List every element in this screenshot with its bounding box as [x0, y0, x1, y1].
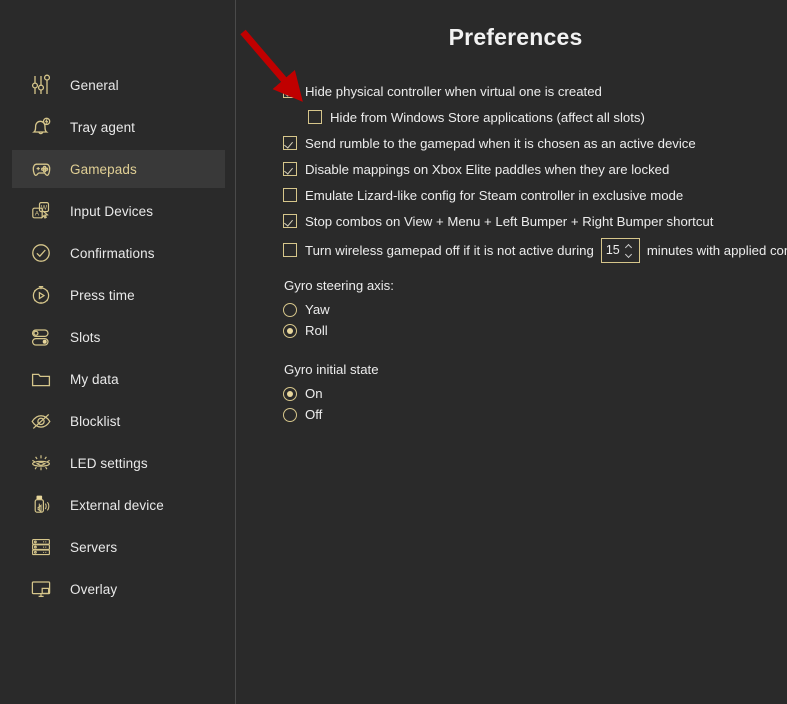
option-label: Hide physical controller when virtual on… [305, 83, 602, 99]
main-panel: Preferences Hide physical controller whe… [236, 0, 787, 704]
option-label: Hide from Windows Store applications (af… [330, 109, 645, 125]
option-label-before: Turn wireless gamepad off if it is not a… [305, 242, 594, 258]
sidebar-item-general[interactable]: General [12, 66, 225, 104]
checkbox-hide-from-windows-store[interactable] [308, 110, 322, 124]
folder-icon [26, 364, 56, 394]
radio-label: Roll [305, 323, 328, 338]
spinner-arrows [622, 245, 639, 256]
preferences-window: General Tray agent Gamepads W A Input De… [0, 0, 787, 704]
svg-text:A: A [35, 210, 40, 217]
sidebar-item-label: Confirmations [70, 245, 155, 261]
sidebar-item-tray-agent[interactable]: Tray agent [12, 108, 225, 146]
sidebar-item-label: External device [70, 497, 164, 513]
option-row[interactable]: Stop combos on View + Menu + Left Bumper… [283, 208, 787, 234]
sidebar-item-blocklist[interactable]: Blocklist [12, 402, 225, 440]
spinner-value[interactable]: 15 [602, 243, 622, 257]
preferences-options: Hide physical controller when virtual on… [236, 78, 787, 425]
page-title: Preferences [448, 24, 583, 50]
chevron-down-icon[interactable] [625, 252, 632, 256]
usb-bluetooth-icon [26, 490, 56, 520]
checkbox-stop-combos-shortcut[interactable] [283, 214, 297, 228]
radio-row-on[interactable]: On [283, 383, 787, 404]
option-label: Stop combos on View + Menu + Left Bumper… [305, 213, 714, 229]
radio-row-off[interactable]: Off [283, 404, 787, 425]
sidebar-item-input-devices[interactable]: W A Input Devices [12, 192, 225, 230]
chevron-up-icon[interactable] [625, 245, 632, 249]
option-label: Emulate Lizard-like config for Steam con… [305, 187, 684, 203]
option-label: Send rumble to the gamepad when it is ch… [305, 135, 696, 151]
server-rack-icon [26, 532, 56, 562]
radio-row-yaw[interactable]: Yaw [283, 299, 787, 320]
toggles-icon [26, 322, 56, 352]
sidebar: General Tray agent Gamepads W A Input De… [0, 0, 236, 704]
stopwatch-play-icon [26, 280, 56, 310]
eye-slash-icon [26, 406, 56, 436]
gamepad-icon [26, 154, 56, 184]
radio-label: Off [305, 407, 323, 422]
sidebar-item-my-data[interactable]: My data [12, 360, 225, 398]
sidebar-item-led-settings[interactable]: LED settings [12, 444, 225, 482]
check-circle-icon [26, 238, 56, 268]
sidebar-item-label: General [70, 77, 119, 93]
sidebar-item-confirmations[interactable]: Confirmations [12, 234, 225, 272]
sidebar-item-label: Overlay [70, 581, 118, 597]
sidebar-item-label: Slots [70, 329, 101, 345]
checkbox-turn-wireless-gamepad-off[interactable] [283, 243, 297, 257]
sidebar-item-servers[interactable]: Servers [12, 528, 225, 566]
radio-label: On [305, 386, 323, 401]
group-title-gyro-steering-axis: Gyro steering axis: [284, 278, 394, 293]
sidebar-item-gamepads[interactable]: Gamepads [12, 150, 225, 188]
checkbox-emulate-lizard-config[interactable] [283, 188, 297, 202]
bell-bolt-icon [26, 112, 56, 142]
sidebar-item-label: Gamepads [70, 161, 137, 177]
spinner-minutes[interactable]: 15 [600, 237, 640, 263]
option-row[interactable]: Hide from Windows Store applications (af… [283, 104, 787, 130]
option-row-wireless-timeout[interactable]: Turn wireless gamepad off if it is not a… [283, 237, 787, 263]
radio-roll[interactable] [283, 323, 297, 338]
sidebar-item-label: Servers [70, 539, 118, 555]
checkbox-disable-elite-paddles[interactable] [283, 162, 297, 176]
option-label: Disable mappings on Xbox Elite paddles w… [305, 161, 670, 177]
led-rays-icon [26, 448, 56, 478]
checkbox-hide-physical-controller[interactable] [283, 84, 297, 98]
sidebar-item-external-device[interactable]: External device [12, 486, 225, 524]
option-row[interactable]: Emulate Lizard-like config for Steam con… [283, 182, 787, 208]
sidebar-item-label: Blocklist [70, 413, 121, 429]
group-title-gyro-initial-state: Gyro initial state [284, 362, 379, 377]
sidebar-item-slots[interactable]: Slots [12, 318, 225, 356]
checkbox-send-rumble[interactable] [283, 136, 297, 150]
radio-on[interactable] [283, 386, 297, 401]
sidebar-item-overlay[interactable]: Overlay [12, 570, 225, 608]
sidebar-item-label: Input Devices [70, 203, 154, 219]
sidebar-item-label: LED settings [70, 455, 148, 471]
sidebar-item-label: My data [70, 371, 119, 387]
sidebar-item-label: Tray agent [70, 119, 136, 135]
keyboard-keys-icon: W A [26, 196, 56, 226]
radio-yaw[interactable] [283, 302, 297, 317]
radio-off[interactable] [283, 407, 297, 422]
sidebar-item-press-time[interactable]: Press time [12, 276, 225, 314]
monitor-icon [26, 574, 56, 604]
radio-label: Yaw [305, 302, 330, 317]
option-row[interactable]: Send rumble to the gamepad when it is ch… [283, 130, 787, 156]
sidebar-item-label: Press time [70, 287, 135, 303]
option-row[interactable]: Disable mappings on Xbox Elite paddles w… [283, 156, 787, 182]
sliders-icon [26, 70, 56, 100]
option-label-after: minutes with applied config [646, 242, 787, 258]
option-row[interactable]: Hide physical controller when virtual on… [283, 78, 787, 104]
radio-row-roll[interactable]: Roll [283, 320, 787, 341]
